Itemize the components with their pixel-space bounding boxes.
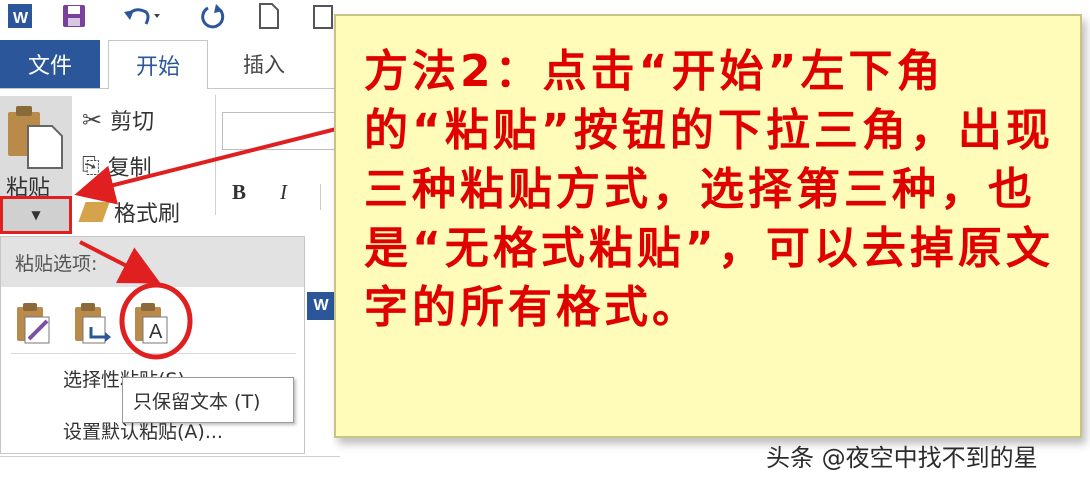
- copy-button[interactable]: ⎘ 复制: [82, 150, 152, 182]
- format-painter-button[interactable]: 格式刷: [78, 196, 181, 228]
- word-logo-icon: W: [307, 292, 335, 320]
- italic-button[interactable]: I: [280, 180, 287, 205]
- redo-icon[interactable]: [196, 0, 228, 32]
- new-document-icon[interactable]: [252, 0, 284, 32]
- tab-insert[interactable]: 插入: [222, 40, 306, 88]
- undo-icon[interactable]: [118, 0, 168, 32]
- cut-label: 剪切: [110, 110, 155, 135]
- scissors-icon: ✂: [82, 106, 103, 134]
- cut-button[interactable]: ✂ 剪切: [82, 104, 154, 136]
- menu-divider: [11, 353, 296, 354]
- tab-home[interactable]: 开始: [108, 40, 208, 89]
- chevron-down-icon: ▼: [31, 208, 41, 222]
- keep-text-only-icon[interactable]: A: [129, 299, 177, 349]
- ribbon-tab-bar: 文件 开始 插入: [0, 40, 340, 89]
- paste-options-header: 粘贴选项:: [1, 237, 304, 287]
- merge-formatting-icon[interactable]: [69, 299, 117, 349]
- instruction-text: 方法2：点击“开始”左下角的“粘贴”按钮的下拉三角，出现三种粘贴方式，选择第三种…: [364, 46, 1054, 333]
- keep-text-tooltip: 只保留文本 (T): [122, 377, 294, 423]
- format-painter-label: 格式刷: [114, 202, 181, 227]
- format-divider: [320, 184, 321, 210]
- group-divider: [215, 95, 216, 215]
- word-logo-icon: W: [4, 0, 36, 32]
- status-divider: [0, 456, 340, 457]
- instruction-note: 方法2：点击“开始”左下角的“粘贴”按钮的下拉三角，出现三种粘贴方式，选择第三种…: [334, 14, 1082, 438]
- tab-file[interactable]: 文件: [0, 40, 100, 88]
- copy-label: 复制: [107, 156, 152, 181]
- font-name-box[interactable]: [222, 112, 341, 150]
- print-preview-icon[interactable]: [304, 0, 336, 32]
- brush-icon: [78, 202, 110, 222]
- save-icon[interactable]: [58, 0, 90, 32]
- paste-dropdown-arrow[interactable]: ▼: [0, 196, 72, 234]
- paste-clipboard-icon: [8, 106, 63, 169]
- watermark: 头条 @夜空中找不到的星: [766, 444, 1038, 472]
- bold-button[interactable]: B: [232, 180, 246, 205]
- copy-icon: ⎘: [82, 153, 100, 179]
- svg-text:W: W: [13, 10, 29, 27]
- quick-access-toolbar: W: [0, 0, 340, 40]
- keep-source-formatting-icon[interactable]: [11, 299, 59, 349]
- keep-text-glyph: A: [149, 321, 163, 343]
